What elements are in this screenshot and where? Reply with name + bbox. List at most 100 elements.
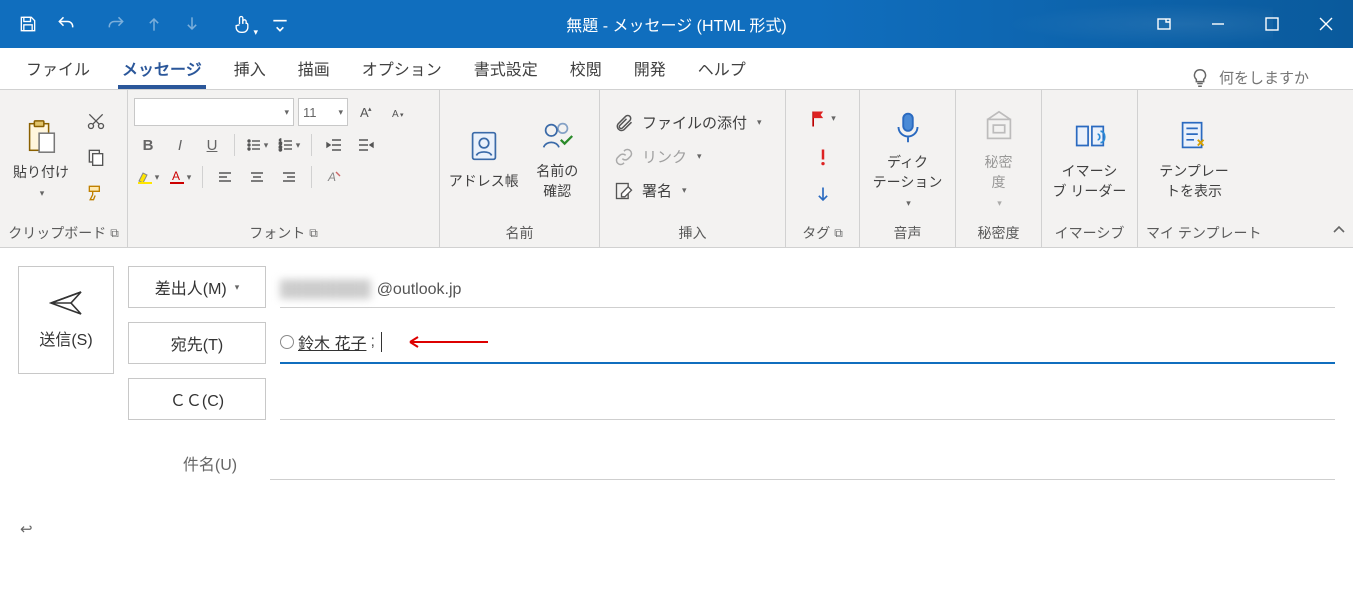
- grow-font-icon[interactable]: A▴: [352, 99, 380, 125]
- tab-insert[interactable]: 挿入: [218, 47, 282, 89]
- save-icon[interactable]: [10, 4, 46, 44]
- ribbon-group-voice: ディク テーション ▾ 音声: [860, 90, 956, 247]
- qat-customize-icon[interactable]: [262, 4, 298, 44]
- clear-formatting-icon[interactable]: A: [320, 164, 348, 190]
- tab-file[interactable]: ファイル: [10, 47, 106, 89]
- format-painter-icon[interactable]: [80, 178, 112, 208]
- shrink-font-icon[interactable]: A▾: [384, 99, 412, 125]
- recipient-chip[interactable]: 鈴木 花子;: [280, 330, 375, 354]
- tab-draw[interactable]: 描画: [282, 47, 346, 89]
- numbering-icon[interactable]: 123▾: [275, 132, 303, 158]
- undo-icon[interactable]: [48, 4, 84, 44]
- attach-file-button[interactable]: ファイルの添付▾: [606, 107, 779, 139]
- signature-button[interactable]: 署名▾: [606, 175, 779, 207]
- cc-field[interactable]: [280, 411, 1335, 420]
- tab-message[interactable]: メッセージ: [106, 47, 218, 89]
- names-group-label: 名前: [506, 223, 534, 243]
- close-icon[interactable]: [1299, 0, 1353, 48]
- sensitivity-button[interactable]: 秘密 度 ▾: [962, 94, 1035, 219]
- immersive-reader-button[interactable]: イマーシ ブ リーダー: [1048, 94, 1131, 219]
- ribbon-group-include: ファイルの添付▾ リンク▾ 署名▾ 挿入: [600, 90, 786, 247]
- follow-up-icon[interactable]: ▾: [807, 104, 839, 134]
- clipboard-group-label: クリップボード: [8, 223, 106, 243]
- presence-icon: [280, 335, 294, 349]
- to-field[interactable]: 鈴木 花子;: [280, 330, 1335, 364]
- clipboard-launcher-icon[interactable]: ⧉: [110, 226, 119, 241]
- ribbon-group-tags: ▾ タグ ⧉: [786, 90, 860, 247]
- high-importance-icon[interactable]: [807, 142, 839, 172]
- cc-button[interactable]: ＣＣ(C): [128, 378, 266, 420]
- tab-format[interactable]: 書式設定: [458, 47, 554, 89]
- ribbon-group-font: ▾ 11▾ A▴ A▾ B I U ▾ 123▾ ▾ A▾: [128, 90, 440, 247]
- subject-input[interactable]: [270, 446, 1335, 480]
- paste-label: 貼り付け: [13, 162, 69, 182]
- copy-icon[interactable]: [80, 142, 112, 172]
- compose-area: 送信(S) 差出人(M)▾ 宛先(T) ＣＣ(C) ████████ @outl…: [0, 248, 1353, 420]
- svg-text:A: A: [172, 169, 180, 183]
- font-size-select[interactable]: 11▾: [298, 98, 348, 126]
- address-book-button[interactable]: アドレス帳: [446, 94, 521, 219]
- cut-icon[interactable]: [80, 106, 112, 136]
- paste-button[interactable]: 貼り付け ▾: [6, 94, 76, 219]
- ribbon-tabs: ファイル メッセージ 挿入 描画 オプション 書式設定 校閲 開発 ヘルプ: [0, 48, 1353, 90]
- svg-text:▴: ▴: [368, 106, 372, 113]
- bullets-icon[interactable]: ▾: [243, 132, 271, 158]
- low-importance-icon[interactable]: [807, 180, 839, 210]
- font-launcher-icon[interactable]: ⧉: [309, 226, 318, 241]
- tab-developer[interactable]: 開発: [618, 47, 682, 89]
- from-button[interactable]: 差出人(M)▾: [128, 266, 266, 308]
- align-right-icon[interactable]: [275, 164, 303, 190]
- send-button[interactable]: 送信(S): [18, 266, 114, 374]
- next-item-icon[interactable]: [174, 4, 210, 44]
- tab-review[interactable]: 校閲: [554, 47, 618, 89]
- immersive-group-label: イマーシブ: [1055, 223, 1125, 243]
- redo-icon[interactable]: [98, 4, 134, 44]
- from-address: @outlook.jp: [377, 281, 462, 299]
- ribbon: 貼り付け ▾ クリップボード⧉ ▾ 11▾ A▴ A▾ B I U: [0, 90, 1353, 248]
- message-body[interactable]: ↩: [0, 480, 1353, 578]
- tellme-search[interactable]: [1189, 67, 1353, 89]
- tags-launcher-icon[interactable]: ⧉: [834, 226, 843, 241]
- svg-text:3: 3: [279, 147, 282, 153]
- prev-item-icon[interactable]: [136, 4, 172, 44]
- bold-icon[interactable]: B: [134, 132, 162, 158]
- tab-help[interactable]: ヘルプ: [682, 47, 762, 89]
- svg-text:A: A: [327, 170, 336, 184]
- minimize-icon[interactable]: [1191, 0, 1245, 48]
- quick-access-toolbar: ▾: [0, 4, 298, 44]
- tab-options[interactable]: オプション: [346, 47, 458, 89]
- collapse-ribbon-icon[interactable]: [1331, 222, 1347, 243]
- ribbon-group-immersive: イマーシ ブ リーダー イマーシブ: [1042, 90, 1138, 247]
- recipient-name: 鈴木 花子: [298, 330, 366, 354]
- tags-group-label: タグ: [802, 223, 830, 243]
- ribbon-display-options-icon[interactable]: [1137, 0, 1191, 48]
- indent-icon[interactable]: [352, 132, 380, 158]
- touch-mode-icon[interactable]: ▾: [224, 4, 260, 44]
- to-button[interactable]: 宛先(T): [128, 322, 266, 364]
- ribbon-group-templates: テンプレー トを表示 マイ テンプレート: [1138, 90, 1353, 247]
- align-center-icon[interactable]: [243, 164, 271, 190]
- include-group-label: 挿入: [679, 223, 707, 243]
- subject-label: 件名(U): [170, 451, 250, 475]
- view-templates-button[interactable]: テンプレー トを表示: [1144, 94, 1244, 219]
- svg-text:▾: ▾: [400, 112, 404, 119]
- window-title: 無題 - メッセージ (HTML 形式): [566, 12, 786, 36]
- underline-icon[interactable]: U: [198, 132, 226, 158]
- svg-text:A: A: [392, 109, 399, 120]
- align-left-icon[interactable]: [211, 164, 239, 190]
- tellme-input[interactable]: [1219, 70, 1329, 87]
- ribbon-group-sensitivity: 秘密 度 ▾ 秘密度: [956, 90, 1042, 247]
- annotation-arrow-icon: [400, 334, 490, 350]
- italic-icon[interactable]: I: [166, 132, 194, 158]
- link-button[interactable]: リンク▾: [606, 141, 779, 173]
- maximize-icon[interactable]: [1245, 0, 1299, 48]
- from-field: ████████ @outlook.jp: [280, 281, 1335, 308]
- voice-group-label: 音声: [894, 223, 922, 243]
- dictate-button[interactable]: ディク テーション ▾: [866, 94, 949, 219]
- highlight-icon[interactable]: ▾: [134, 164, 162, 190]
- font-family-select[interactable]: ▾: [134, 98, 294, 126]
- ribbon-group-clipboard: 貼り付け ▾ クリップボード ⧉: [0, 90, 128, 247]
- outdent-icon[interactable]: [320, 132, 348, 158]
- font-color-icon[interactable]: A▾: [166, 164, 194, 190]
- check-names-button[interactable]: 名前の 確認: [521, 94, 593, 219]
